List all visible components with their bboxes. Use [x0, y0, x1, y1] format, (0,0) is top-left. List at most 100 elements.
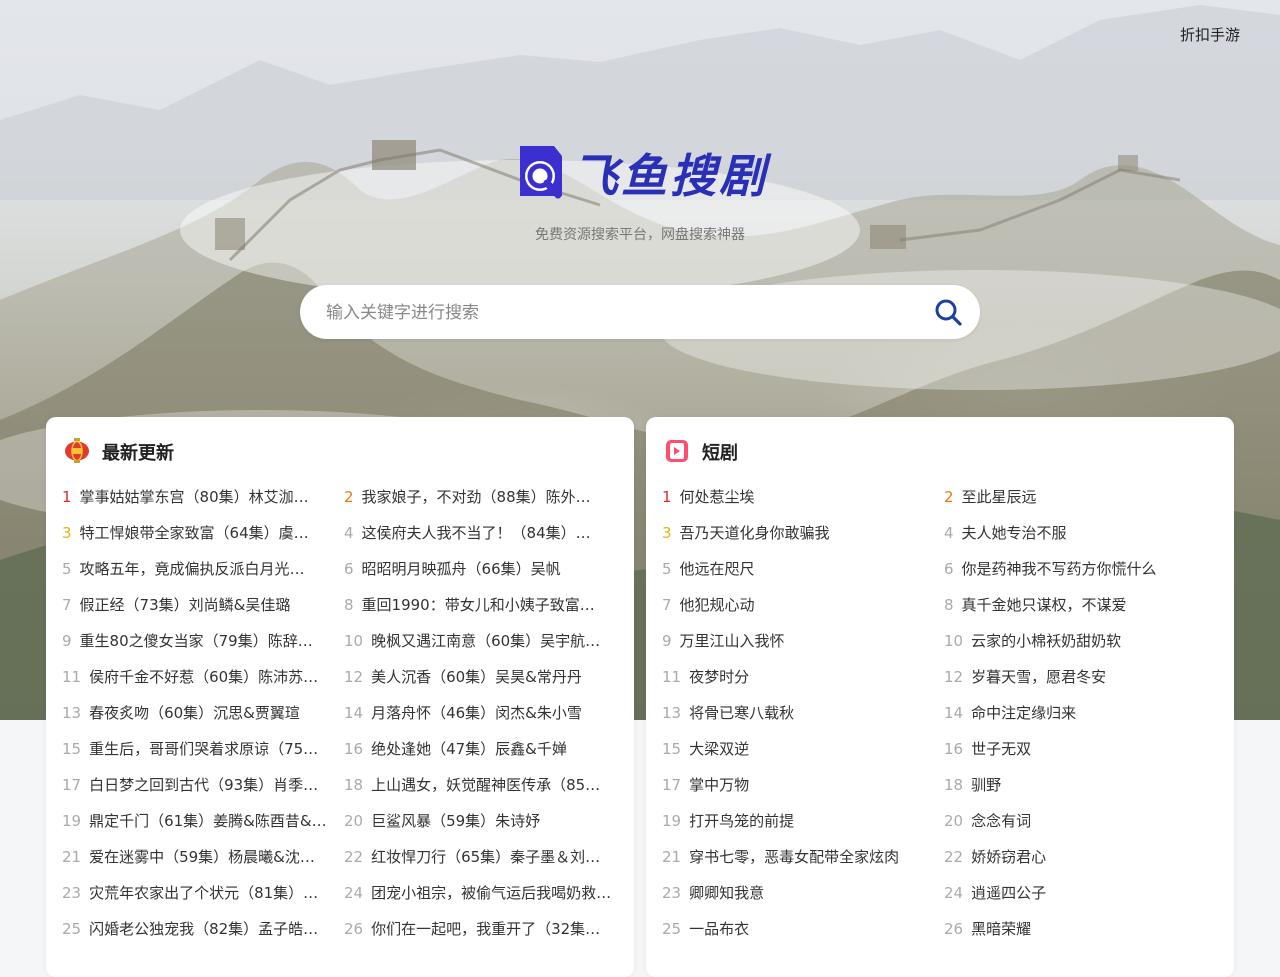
- list-item[interactable]: 7 他犯规心动: [662, 587, 932, 623]
- list-item[interactable]: 9 万里江山入我怀: [662, 623, 932, 659]
- list-item[interactable]: 22 娇娇窃君心: [944, 839, 1214, 875]
- item-title: 重生80之傻女当家（79集）陈辞（…: [79, 632, 320, 650]
- list-item[interactable]: 17 白日梦之回到古代（93集）肖季…: [62, 767, 332, 803]
- list-item[interactable]: 11 夜梦时分: [662, 659, 932, 695]
- list-item[interactable]: 11 侯府千金不好惹（60集）陈沛苏…: [62, 659, 332, 695]
- rank-number: 3: [662, 524, 672, 542]
- list-item[interactable]: 20 巨鲨风暴（59集）朱诗妤: [344, 803, 614, 839]
- list-item[interactable]: 5 攻略五年，竟成偏执反派白月光（7…: [62, 551, 332, 587]
- list-item[interactable]: 14 命中注定缘归来: [944, 695, 1214, 731]
- item-title: 念念有词: [971, 812, 1032, 830]
- item-title: 穿书七零，恶毒女配带全家炫肉: [689, 848, 900, 866]
- list-item[interactable]: 15 大梁双逆: [662, 731, 932, 767]
- list-item[interactable]: 19 鼎定千门（61集）姜腾&陈酉昔&…: [62, 803, 332, 839]
- item-title: 假正经（73集）刘尚鳞&吴佳璐: [79, 596, 291, 614]
- list-item[interactable]: 10 晚枫又遇江南意（60集）吴宇航…: [344, 623, 614, 659]
- item-title: 真千金她只谋权，不谋爱: [961, 596, 1127, 614]
- list-item[interactable]: 24 逍遥四公子: [944, 875, 1214, 911]
- list-item[interactable]: 20 念念有词: [944, 803, 1214, 839]
- lantern-icon: [65, 438, 89, 463]
- rank-number: 10: [944, 632, 964, 650]
- rank-number: 4: [344, 524, 354, 542]
- list-item[interactable]: 16 绝处逢她（47集）辰鑫&千婵: [344, 731, 614, 767]
- list-item[interactable]: 21 穿书七零，恶毒女配带全家炫肉: [662, 839, 932, 875]
- rank-number: 26: [944, 920, 964, 938]
- rank-number: 2: [344, 488, 354, 506]
- list-item[interactable]: 10 云家的小棉袄奶甜奶软: [944, 623, 1214, 659]
- list-item[interactable]: 5 他远在咫尺: [662, 551, 932, 587]
- item-title: 绝处逢她（47集）辰鑫&千婵: [371, 740, 567, 758]
- item-title: 掌事姑姑掌东宫（80集）林艾泇&…: [79, 488, 320, 506]
- rank-number: 15: [662, 740, 682, 758]
- short-drama-card: 短剧 1 何处惹尘埃 2 至此星辰远 3 吾乃天道化身你敢骗我 4 夫人她专治不服 5 他远在咫尺…: [646, 417, 1234, 977]
- list-item[interactable]: 13 春夜炙吻（60集）沉思&贾翼瑄: [62, 695, 332, 731]
- rank-number: 7: [662, 596, 672, 614]
- list-item[interactable]: 17 掌中万物: [662, 767, 932, 803]
- site-logo[interactable]: 飞鱼搜剧: [514, 138, 766, 208]
- list-item[interactable]: 1 掌事姑姑掌东宫（80集）林艾泇&…: [62, 479, 332, 515]
- rank-number: 12: [944, 668, 964, 686]
- item-title: 你是药神我不写药方你慌什么: [961, 560, 1157, 578]
- list-item[interactable]: 25 闪婚老公独宠我（82集）孟子皓…: [62, 911, 332, 947]
- list-item[interactable]: 15 重生后，哥哥们哭着求原谅（75…: [62, 731, 332, 767]
- list-item[interactable]: 8 真千金她只谋权，不谋爱: [944, 587, 1214, 623]
- list-item[interactable]: 23 卿卿知我意: [662, 875, 932, 911]
- list-item[interactable]: 18 上山遇女，妖觉醒神医传承（85…: [344, 767, 614, 803]
- item-title: 何处惹尘埃: [679, 488, 755, 506]
- rank-number: 2: [944, 488, 954, 506]
- discount-games-link[interactable]: 折扣手游: [1180, 24, 1240, 45]
- item-title: 巨鲨风暴（59集）朱诗妤: [371, 812, 541, 830]
- item-title: 万里江山入我怀: [679, 632, 785, 650]
- item-title: 侯府千金不好惹（60集）陈沛苏…: [89, 668, 319, 686]
- list-item[interactable]: 19 打开鸟笼的前提: [662, 803, 932, 839]
- list-item[interactable]: 13 将骨已寒八载秋: [662, 695, 932, 731]
- list-item[interactable]: 1 何处惹尘埃: [662, 479, 932, 515]
- rank-number: 25: [62, 920, 82, 938]
- item-title: 命中注定缘归来: [971, 704, 1077, 722]
- list-item[interactable]: 14 月落舟怀（46集）闵杰&朱小雪: [344, 695, 614, 731]
- list-item[interactable]: 26 你们在一起吧，我重开了（32集…: [344, 911, 614, 947]
- list-item[interactable]: 24 团宠小祖宗，被偷气运后我喝奶救…: [344, 875, 614, 911]
- list-item[interactable]: 21 爱在迷雾中（59集）杨晨曦&沈…: [62, 839, 332, 875]
- rank-number: 12: [344, 668, 364, 686]
- rank-number: 15: [62, 740, 82, 758]
- list-item[interactable]: 7 假正经（73集）刘尚鳞&吴佳璐: [62, 587, 332, 623]
- rank-number: 9: [62, 632, 72, 650]
- search-icon[interactable]: [934, 298, 962, 326]
- rank-number: 6: [944, 560, 954, 578]
- list-item[interactable]: 4 这侯府夫人我不当了！（84集）侯…: [344, 515, 614, 551]
- item-title: 团宠小祖宗，被偷气运后我喝奶救…: [371, 884, 612, 902]
- list-item[interactable]: 22 红妆悍刀行（65集）秦子墨＆刘…: [344, 839, 614, 875]
- list-item[interactable]: 12 岁暮天雪，愿君冬安: [944, 659, 1214, 695]
- rank-number: 13: [662, 704, 682, 722]
- list-item[interactable]: 12 美人沉香（60集）吴昊&常丹丹: [344, 659, 614, 695]
- rank-number: 11: [62, 668, 82, 686]
- list-item[interactable]: 4 夫人她专治不服: [944, 515, 1214, 551]
- item-title: 春夜炙吻（60集）沉思&贾翼瑄: [89, 704, 300, 722]
- list-item[interactable]: 9 重生80之傻女当家（79集）陈辞（…: [62, 623, 332, 659]
- rank-number: 10: [344, 632, 364, 650]
- list-item[interactable]: 26 黑暗荣耀: [944, 911, 1214, 947]
- item-title: 娇娇窃君心: [971, 848, 1047, 866]
- item-title: 特工悍娘带全家致富（64集）虞彤彤: [79, 524, 320, 542]
- rank-number: 24: [944, 884, 964, 902]
- item-title: 你们在一起吧，我重开了（32集…: [371, 920, 601, 938]
- item-title: 世子无双: [971, 740, 1032, 758]
- site-subtitle: 免费资源搜索平台，网盘搜索神器: [535, 227, 745, 243]
- list-item[interactable]: 2 至此星辰远: [944, 479, 1214, 515]
- list-item[interactable]: 25 一品布衣: [662, 911, 932, 947]
- search-input[interactable]: [324, 285, 908, 341]
- list-item[interactable]: 16 世子无双: [944, 731, 1214, 767]
- rank-number: 25: [662, 920, 682, 938]
- list-item[interactable]: 18 驯野: [944, 767, 1214, 803]
- list-item[interactable]: 8 重回1990：带女儿和小姨子致富（…: [344, 587, 614, 623]
- rank-number: 13: [62, 704, 82, 722]
- card-title: 最新更新: [102, 443, 174, 464]
- list-item[interactable]: 6 你是药神我不写药方你慌什么: [944, 551, 1214, 587]
- list-item[interactable]: 6 昭昭明月映孤舟（66集）吴帆: [344, 551, 614, 587]
- item-title: 他犯规心动: [679, 596, 755, 614]
- list-item[interactable]: 3 吾乃天道化身你敢骗我: [662, 515, 932, 551]
- list-item[interactable]: 23 灾荒年农家出了个状元（81集）…: [62, 875, 332, 911]
- list-item[interactable]: 2 我家娘子，不对劲（88集）陈外＆…: [344, 479, 614, 515]
- list-item[interactable]: 3 特工悍娘带全家致富（64集）虞彤彤: [62, 515, 332, 551]
